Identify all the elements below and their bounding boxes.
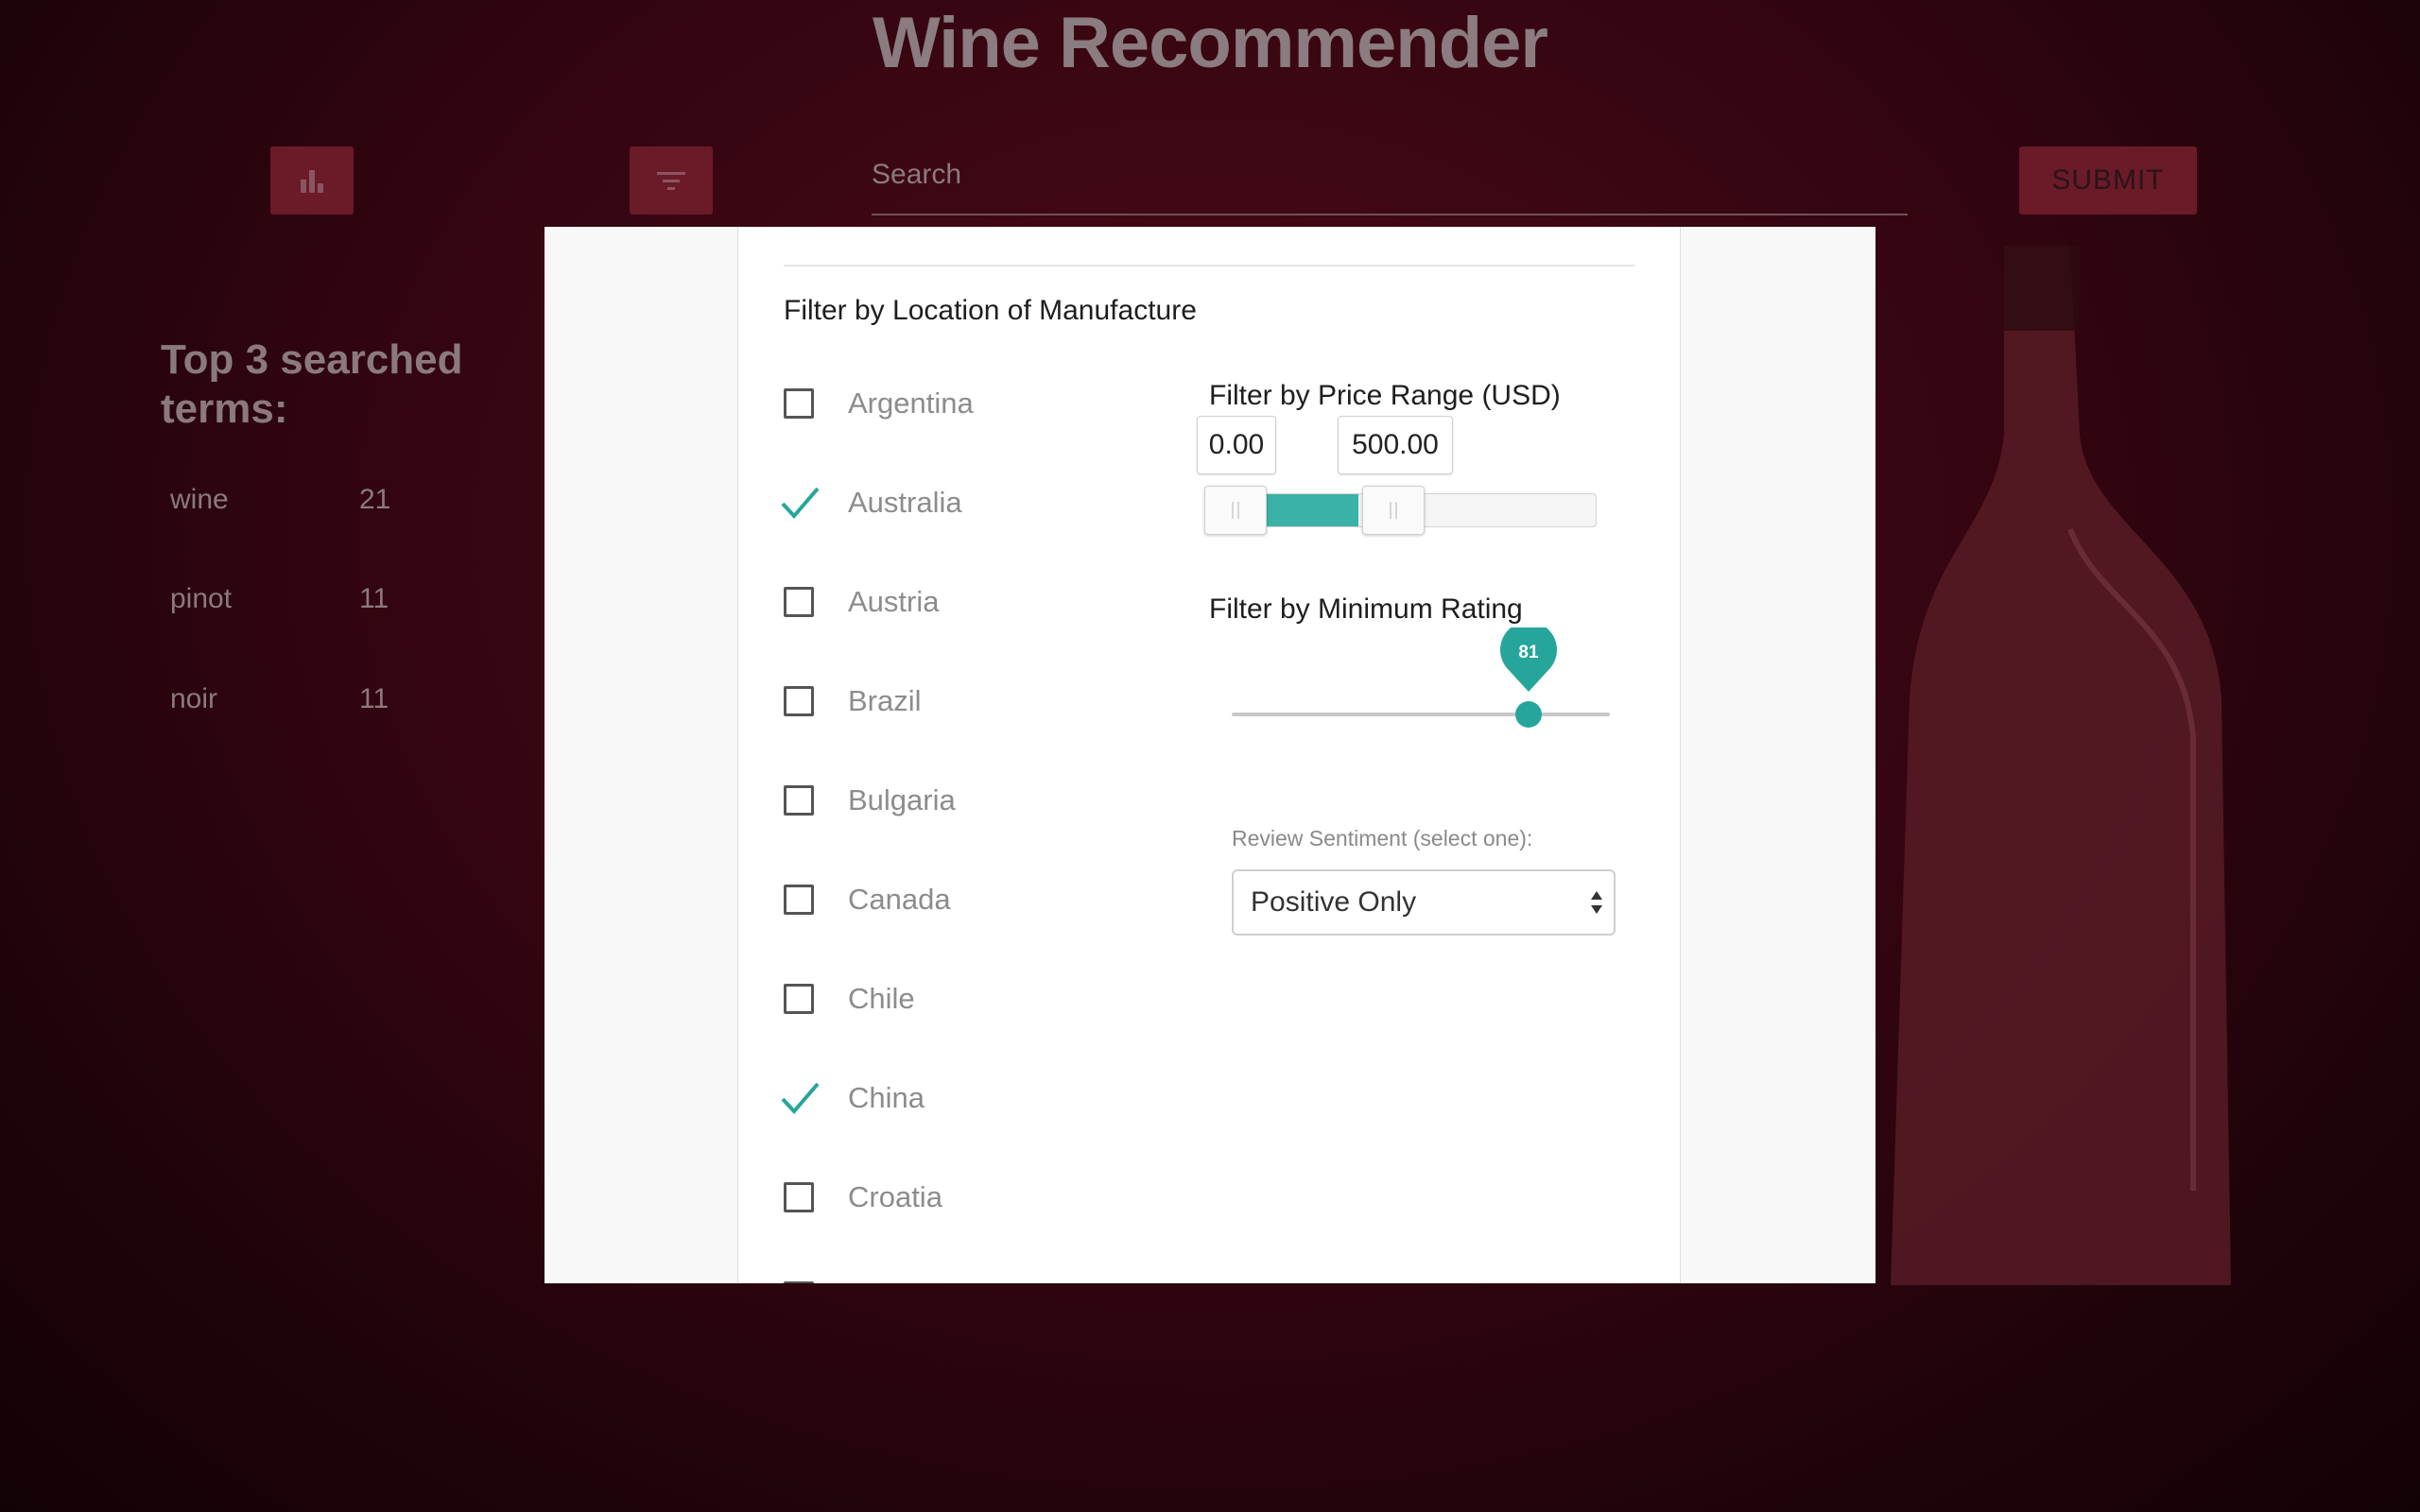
price-max-handle[interactable] bbox=[1362, 486, 1425, 535]
checkbox[interactable] bbox=[784, 984, 814, 1014]
term-label: noir bbox=[170, 683, 218, 714]
checkbox[interactable] bbox=[784, 1281, 814, 1283]
filter-modal: Filter by Location of Manufacture Argent… bbox=[544, 227, 1876, 1283]
country-label: Argentina bbox=[848, 387, 974, 420]
country-option[interactable]: Bulgaria bbox=[784, 777, 956, 824]
checkbox[interactable] bbox=[784, 785, 814, 816]
term-row: wine 21 bbox=[170, 484, 416, 516]
search-field bbox=[872, 142, 1908, 215]
checkmark-icon[interactable] bbox=[778, 1076, 821, 1120]
app-title: Wine Recommender bbox=[873, 3, 1548, 83]
bar-chart-icon bbox=[301, 170, 323, 193]
term-row: noir 11 bbox=[170, 683, 416, 715]
checkbox[interactable] bbox=[784, 1182, 814, 1212]
checkbox[interactable] bbox=[784, 388, 814, 419]
checkbox[interactable] bbox=[784, 885, 814, 915]
country-label: Australia bbox=[848, 486, 962, 519]
country-option[interactable] bbox=[784, 1273, 814, 1283]
country-option[interactable]: Australia bbox=[781, 479, 962, 526]
sentiment-select[interactable]: Positive Only bbox=[1232, 869, 1616, 936]
divider bbox=[784, 265, 1634, 266]
top-terms-title: Top 3 searched terms: bbox=[161, 336, 463, 432]
country-label: Bulgaria bbox=[848, 783, 956, 816]
country-label: China bbox=[848, 1081, 925, 1114]
checkbox[interactable] bbox=[784, 587, 814, 617]
term-count: 11 bbox=[359, 683, 389, 714]
price-filter-title: Filter by Price Range (USD) bbox=[1209, 380, 1561, 411]
checkmark-icon[interactable] bbox=[778, 481, 821, 524]
price-min-handle[interactable] bbox=[1204, 486, 1267, 535]
price-max-input[interactable]: 500.00 bbox=[1338, 416, 1453, 474]
country-option[interactable]: Brazil bbox=[784, 678, 922, 725]
country-option[interactable]: Austria bbox=[784, 578, 939, 626]
term-count: 21 bbox=[359, 484, 391, 515]
term-label: wine bbox=[170, 484, 229, 515]
rating-slider-thumb[interactable] bbox=[1515, 701, 1542, 728]
search-input[interactable] bbox=[872, 142, 1908, 208]
filter-icon bbox=[657, 172, 685, 190]
filter-panel: Filter by Location of Manufacture Argent… bbox=[737, 227, 1681, 1283]
country-label: Brazil bbox=[848, 684, 922, 717]
country-option[interactable]: Argentina bbox=[784, 380, 974, 427]
stats-button[interactable] bbox=[270, 146, 354, 215]
term-count: 11 bbox=[359, 583, 389, 614]
country-label: Croatia bbox=[848, 1180, 942, 1213]
country-option[interactable]: Chile bbox=[784, 975, 915, 1022]
price-range-fill bbox=[1264, 494, 1358, 526]
country-label: Austria bbox=[848, 585, 940, 618]
rating-filter-title: Filter by Minimum Rating bbox=[1209, 593, 1523, 625]
checkbox[interactable] bbox=[784, 686, 814, 716]
price-min-input[interactable]: 0.00 bbox=[1197, 416, 1276, 474]
country-option[interactable]: China bbox=[781, 1074, 925, 1122]
wine-bottle-image bbox=[1891, 246, 2231, 1285]
sentiment-selected-value: Positive Only bbox=[1251, 886, 1417, 918]
country-label: Chile bbox=[848, 982, 915, 1015]
rating-slider-track bbox=[1232, 713, 1610, 716]
sentiment-label: Review Sentiment (select one): bbox=[1232, 826, 1533, 850]
rating-value-label: 81 bbox=[1518, 643, 1539, 662]
term-label: pinot bbox=[170, 583, 233, 614]
country-label: Canada bbox=[848, 883, 951, 916]
term-row: pinot 11 bbox=[170, 583, 416, 615]
country-option[interactable]: Canada bbox=[784, 876, 951, 923]
select-arrows-icon bbox=[1591, 891, 1602, 914]
country-option[interactable]: Croatia bbox=[784, 1174, 942, 1221]
location-filter-title: Filter by Location of Manufacture bbox=[784, 295, 1197, 326]
submit-button[interactable]: SUBMIT bbox=[2019, 146, 2197, 215]
filter-button[interactable] bbox=[630, 146, 713, 215]
